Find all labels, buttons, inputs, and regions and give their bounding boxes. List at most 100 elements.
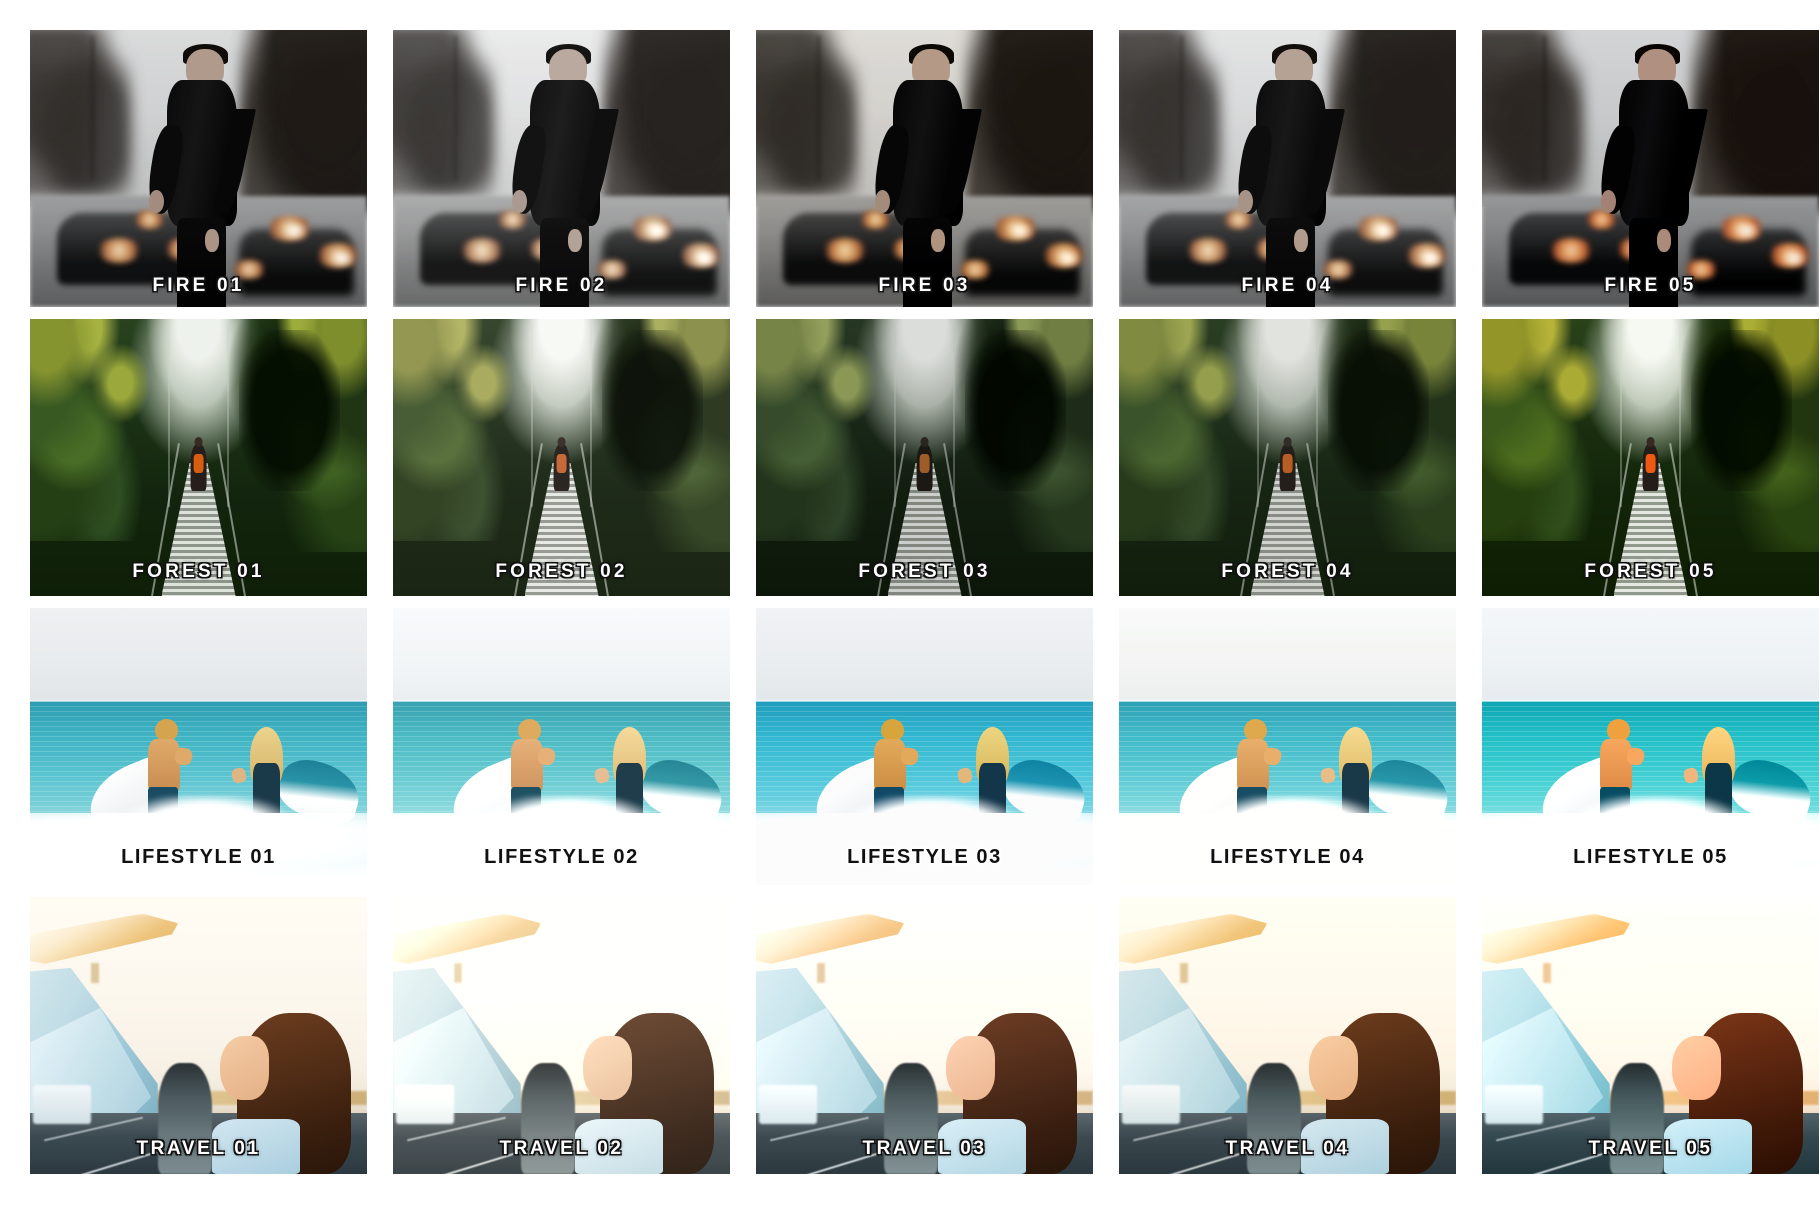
denim-shirt: [575, 1119, 663, 1174]
hiker: [1642, 437, 1659, 491]
street-pole: [1179, 35, 1183, 180]
wing-strut: [1542, 963, 1551, 983]
trees-left: [393, 30, 495, 197]
hand: [148, 189, 164, 214]
preview-image-forest: [1119, 319, 1456, 596]
hand: [1600, 189, 1616, 214]
ground-cart: [1485, 1085, 1543, 1125]
preview-image-travel: [30, 897, 367, 1174]
preset-tile-travel-01[interactable]: TRAVEL 01: [30, 897, 367, 1174]
hiker: [916, 437, 933, 491]
light-glare: [1368, 223, 1399, 238]
foliage-left: [393, 319, 562, 541]
hand: [1237, 189, 1253, 214]
arm: [594, 766, 611, 785]
preset-tile-forest-03[interactable]: FOREST 03: [756, 319, 1093, 596]
horizon-line: [30, 699, 367, 702]
preset-tile-forest-04[interactable]: FOREST 04: [1119, 319, 1456, 596]
preview-image-forest: [30, 319, 367, 596]
sky-background: [756, 608, 1093, 703]
water-splash: [843, 796, 1019, 858]
preset-tile-lifestyle-01[interactable]: LIFESTYLE 01: [30, 608, 367, 885]
wing-strut: [816, 963, 825, 983]
preset-tile-lifestyle-04[interactable]: LIFESTYLE 04: [1119, 608, 1456, 885]
bridge-cable: [168, 324, 171, 508]
preview-image-lifestyle: [756, 608, 1093, 885]
ground-cart: [396, 1085, 454, 1125]
preview-image-forest: [393, 319, 730, 596]
bridge-cable: [1620, 324, 1623, 508]
preset-tile-forest-01[interactable]: FOREST 01: [30, 319, 367, 596]
tail-light: [1549, 237, 1594, 263]
horizon-line: [1119, 699, 1456, 702]
woman-subject: [1301, 1013, 1443, 1174]
torso: [1237, 738, 1269, 792]
preset-tile-lifestyle-02[interactable]: LIFESTYLE 02: [393, 608, 730, 885]
bridge-cable: [589, 324, 592, 508]
woman-subject: [938, 1013, 1080, 1174]
passenger-silhouette: [1247, 1063, 1301, 1174]
preset-tile-lifestyle-03[interactable]: LIFESTYLE 03: [756, 608, 1093, 885]
trees-left: [756, 30, 858, 197]
hiker-head: [1283, 437, 1292, 448]
face: [946, 1035, 995, 1101]
preset-tile-fire-02[interactable]: FIRE 02: [393, 30, 730, 307]
preview-image-lifestyle: [30, 608, 367, 885]
foliage-left: [1119, 319, 1288, 541]
preview-image-fire: [30, 30, 367, 307]
hiker: [190, 437, 207, 491]
hiker: [1279, 437, 1296, 491]
orange-backpack: [919, 454, 930, 473]
light-glare: [1005, 223, 1036, 238]
preset-tile-fire-01[interactable]: FIRE 01: [30, 30, 367, 307]
hiker-head: [557, 437, 566, 448]
passenger-silhouette: [884, 1063, 938, 1174]
preset-tile-fire-04[interactable]: FIRE 04: [1119, 30, 1456, 307]
trees-right: [1690, 30, 1819, 213]
hand: [874, 189, 890, 214]
foliage-left: [1482, 319, 1651, 541]
water-splash: [117, 796, 293, 858]
bridge-cable: [531, 324, 534, 508]
street-pole: [998, 35, 1002, 158]
wing-strut: [1179, 963, 1188, 983]
preview-image-fire: [393, 30, 730, 307]
hand: [568, 228, 583, 253]
preview-image-forest: [756, 319, 1093, 596]
preset-tile-travel-03[interactable]: TRAVEL 03: [756, 897, 1093, 1174]
torso: [874, 738, 906, 792]
preset-tile-travel-02[interactable]: TRAVEL 02: [393, 897, 730, 1174]
bridge-cable: [952, 324, 955, 508]
orange-backpack: [556, 454, 567, 473]
hiker-head: [194, 437, 203, 448]
denim-shirt: [1664, 1119, 1752, 1174]
preview-image-travel: [1119, 897, 1456, 1174]
orange-backpack: [1282, 454, 1293, 473]
light-glare: [1731, 223, 1762, 238]
denim-shirt: [938, 1119, 1026, 1174]
preview-image-fire: [756, 30, 1093, 307]
preset-tile-fire-03[interactable]: FIRE 03: [756, 30, 1093, 307]
preset-tile-forest-02[interactable]: FOREST 02: [393, 319, 730, 596]
sky-background: [393, 608, 730, 703]
street-pole: [90, 35, 94, 180]
preset-tile-fire-05[interactable]: FIRE 05: [1482, 30, 1819, 307]
orange-backpack: [1645, 454, 1656, 473]
legs: [1265, 218, 1315, 307]
hiker-head: [920, 437, 929, 448]
preset-tile-forest-05[interactable]: FOREST 05: [1482, 319, 1819, 596]
preview-image-lifestyle: [393, 608, 730, 885]
horizon-line: [756, 699, 1093, 702]
bridge-cable: [1678, 324, 1681, 508]
woman-subject: [212, 1013, 354, 1174]
foliage-left: [30, 319, 199, 541]
tail-light: [460, 237, 505, 263]
man-subject: [1595, 44, 1708, 307]
preset-tile-travel-04[interactable]: TRAVEL 04: [1119, 897, 1456, 1174]
woman-subject: [1664, 1013, 1806, 1174]
preset-tile-travel-05[interactable]: TRAVEL 05: [1482, 897, 1819, 1174]
man-subject: [143, 44, 256, 307]
street-pole: [272, 35, 276, 158]
trees-right: [1327, 30, 1456, 213]
preset-tile-lifestyle-05[interactable]: LIFESTYLE 05: [1482, 608, 1819, 885]
